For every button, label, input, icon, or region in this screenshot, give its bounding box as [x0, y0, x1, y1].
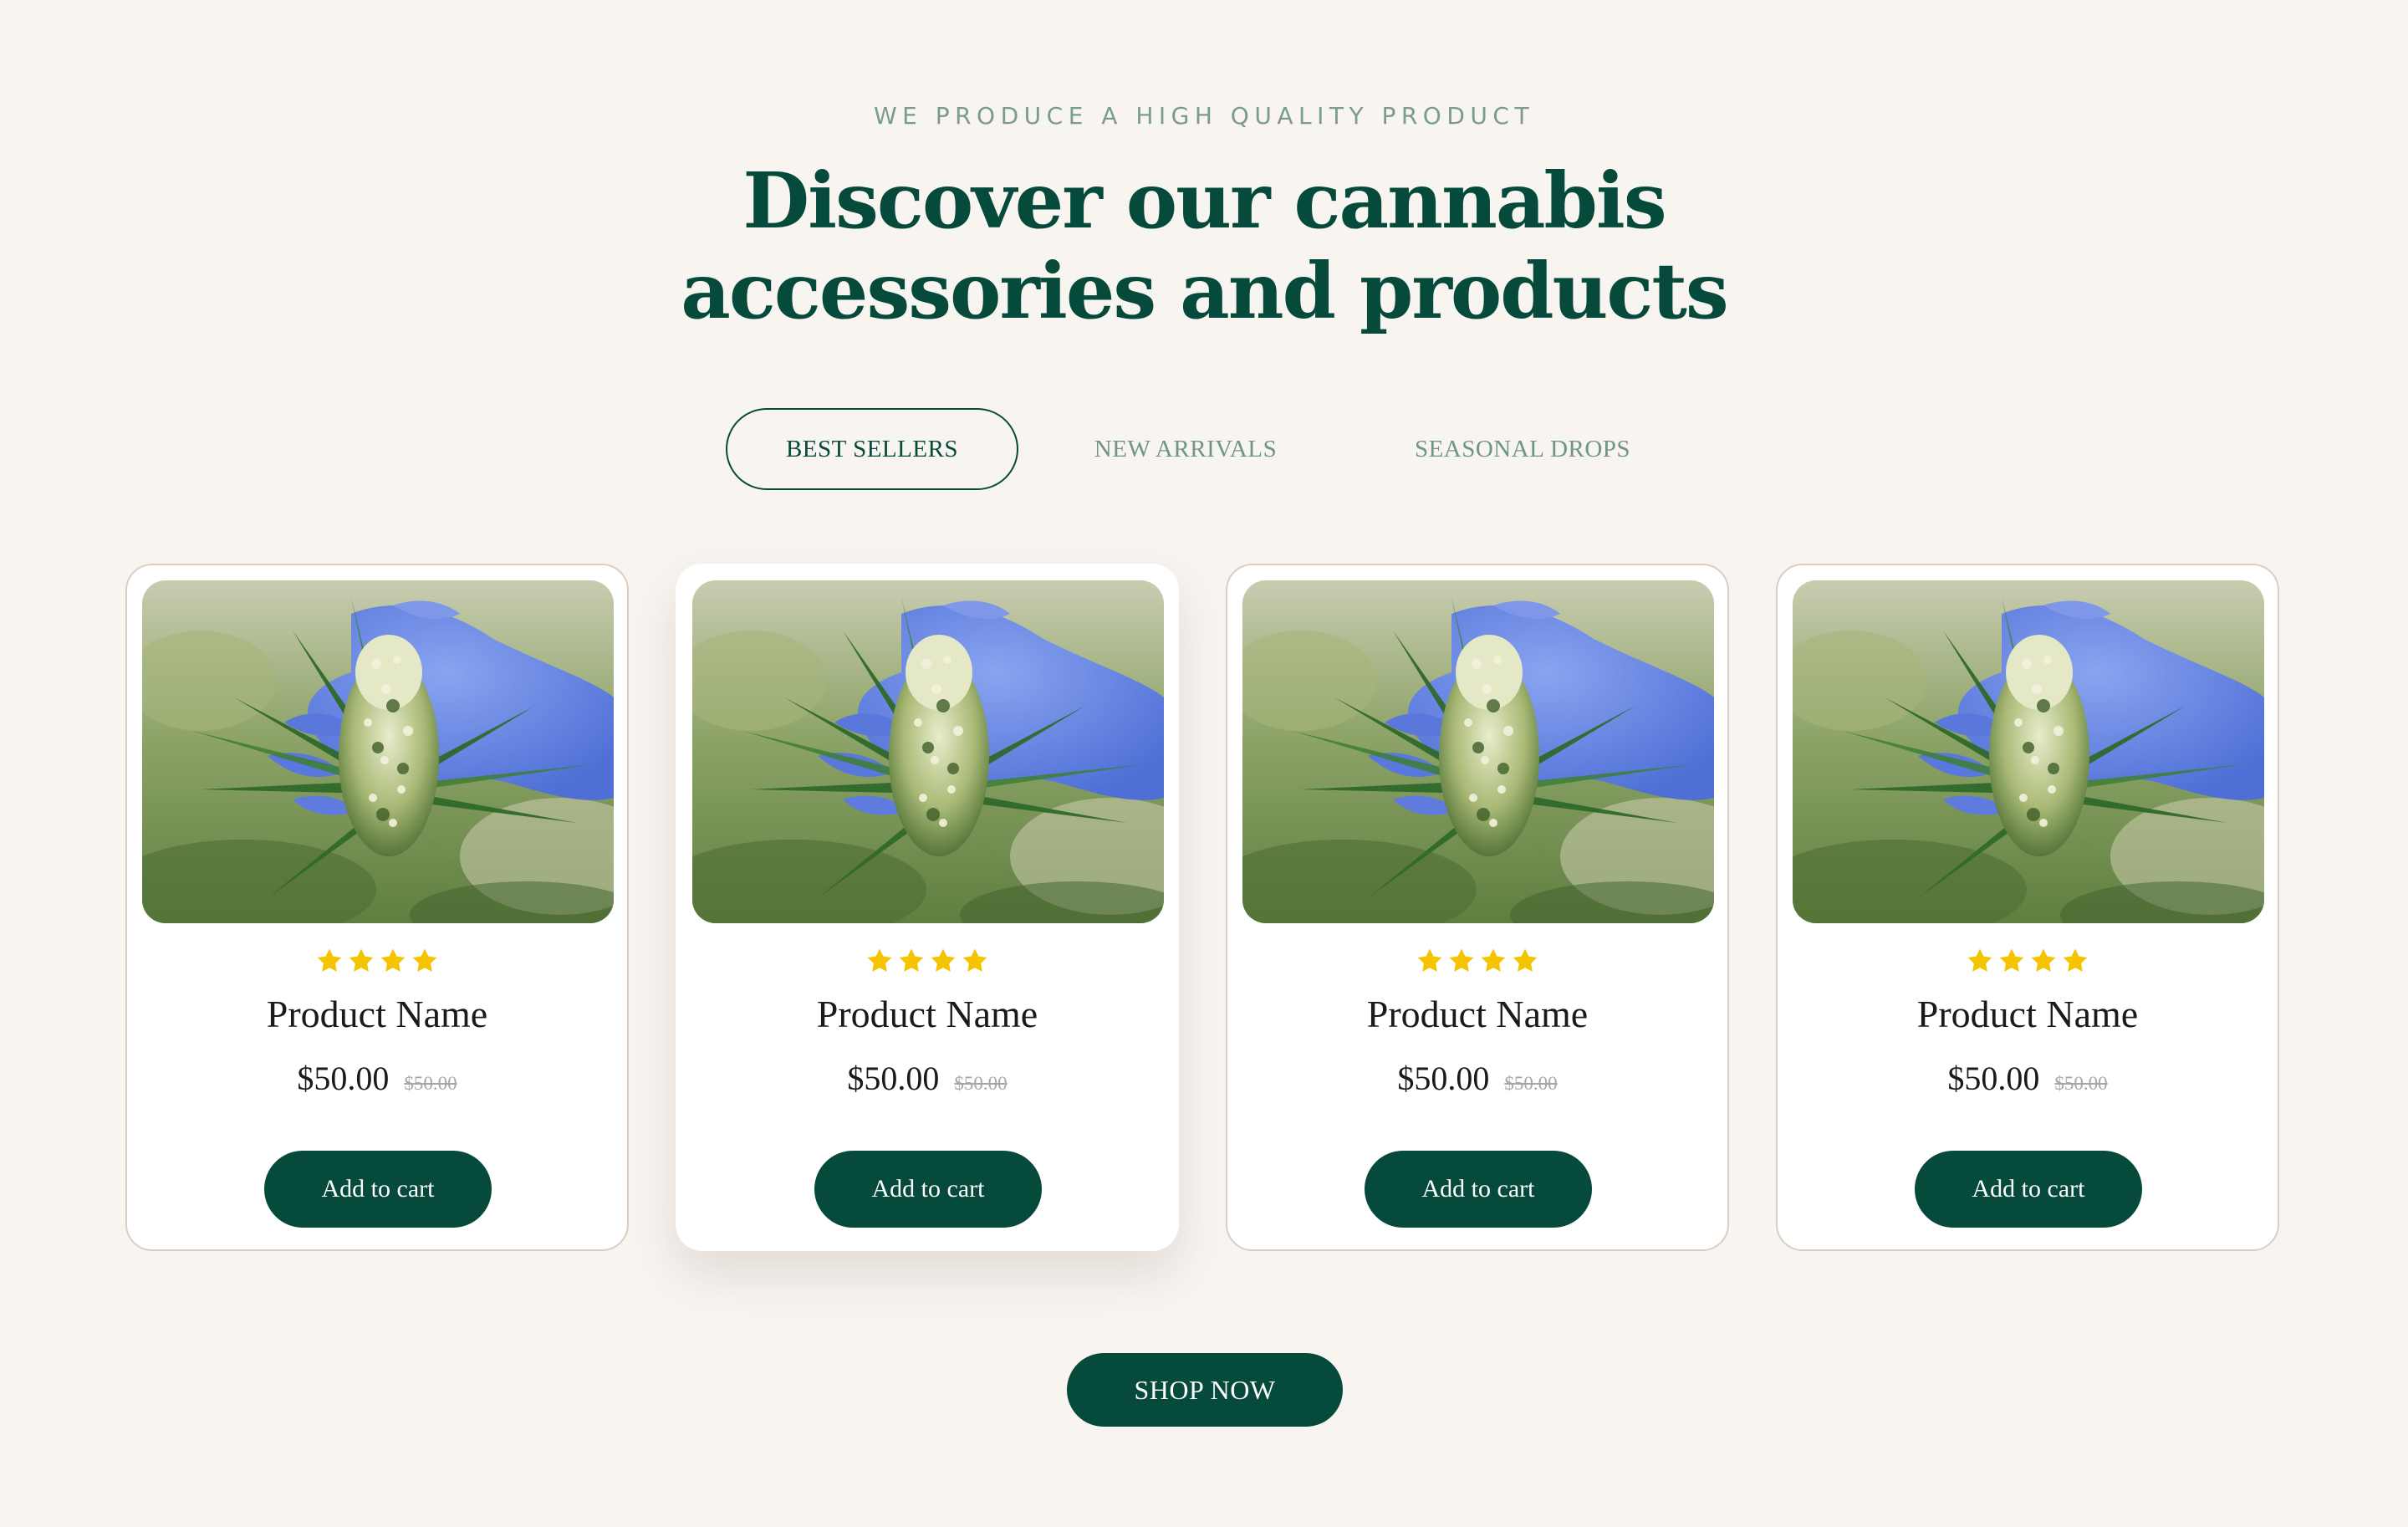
star-icon [1999, 948, 2024, 972]
product-image[interactable] [142, 580, 614, 923]
product-card[interactable]: Product Name $50.00 $50.00 Add to cart [676, 564, 1179, 1251]
product-image[interactable] [1242, 580, 1714, 923]
price-row: $50.00 $50.00 [677, 1059, 1177, 1098]
product-price: $50.00 [297, 1060, 390, 1097]
product-card[interactable]: Product Name $50.00 $50.00 Add to cart [1226, 564, 1729, 1251]
product-image[interactable] [692, 580, 1164, 923]
section-title-line1: Discover our cannabis [742, 156, 1666, 246]
tab-new-arrivals[interactable]: NEW ARRIVALS [1055, 408, 1316, 490]
star-icon [1449, 948, 1474, 972]
product-name[interactable]: Product Name [677, 992, 1177, 1036]
product-card[interactable]: Product Name $50.00 $50.00 Add to cart [125, 564, 629, 1251]
product-old-price: $50.00 [404, 1073, 457, 1094]
product-price: $50.00 [1397, 1060, 1490, 1097]
tab-seasonal-drops[interactable]: SEASONAL DROPS [1380, 408, 1666, 490]
product-image[interactable] [1793, 580, 2264, 923]
star-icon [1417, 948, 1442, 972]
add-to-cart-button[interactable]: Add to cart [1365, 1151, 1592, 1228]
price-row: $50.00 $50.00 [1227, 1059, 1727, 1098]
rating-stars [1778, 947, 2278, 975]
product-name[interactable]: Product Name [127, 992, 627, 1036]
add-to-cart-button[interactable]: Add to cart [264, 1151, 492, 1228]
star-icon [1513, 948, 1538, 972]
star-icon [2063, 948, 2088, 972]
section-title-line2: accessories and products [681, 246, 1728, 336]
star-icon [380, 948, 406, 972]
star-icon [899, 948, 924, 972]
tab-best-sellers[interactable]: BEST SELLERS [726, 408, 1018, 490]
price-row: $50.00 $50.00 [127, 1059, 627, 1098]
star-icon [1967, 948, 1992, 972]
star-icon [317, 948, 342, 972]
product-name[interactable]: Product Name [1227, 992, 1727, 1036]
product-card[interactable]: Product Name $50.00 $50.00 Add to cart [1776, 564, 2279, 1251]
product-old-price: $50.00 [954, 1073, 1008, 1094]
price-row: $50.00 $50.00 [1778, 1059, 2278, 1098]
product-old-price: $50.00 [2054, 1073, 2108, 1094]
section-title: Discover our cannabis accessories and pro… [0, 156, 2408, 336]
star-icon [412, 948, 437, 972]
product-tabs: BEST SELLERS NEW ARRIVALS SEASONAL DROPS [0, 408, 2408, 490]
star-icon [349, 948, 374, 972]
section-eyebrow: WE PRODUCE A HIGH QUALITY PRODUCT [873, 102, 1535, 130]
star-icon [962, 948, 987, 972]
rating-stars [1227, 947, 1727, 975]
star-icon [931, 948, 956, 972]
product-price: $50.00 [847, 1060, 940, 1097]
rating-stars [677, 947, 1177, 975]
product-old-price: $50.00 [1504, 1073, 1558, 1094]
add-to-cart-button[interactable]: Add to cart [814, 1151, 1042, 1228]
product-name[interactable]: Product Name [1778, 992, 2278, 1036]
add-to-cart-button[interactable]: Add to cart [1915, 1151, 2142, 1228]
star-icon [2031, 948, 2056, 972]
product-price: $50.00 [1947, 1060, 2040, 1097]
star-icon [867, 948, 892, 972]
star-icon [1481, 948, 1506, 972]
shop-now-button[interactable]: SHOP NOW [1067, 1353, 1343, 1427]
rating-stars [127, 947, 627, 975]
